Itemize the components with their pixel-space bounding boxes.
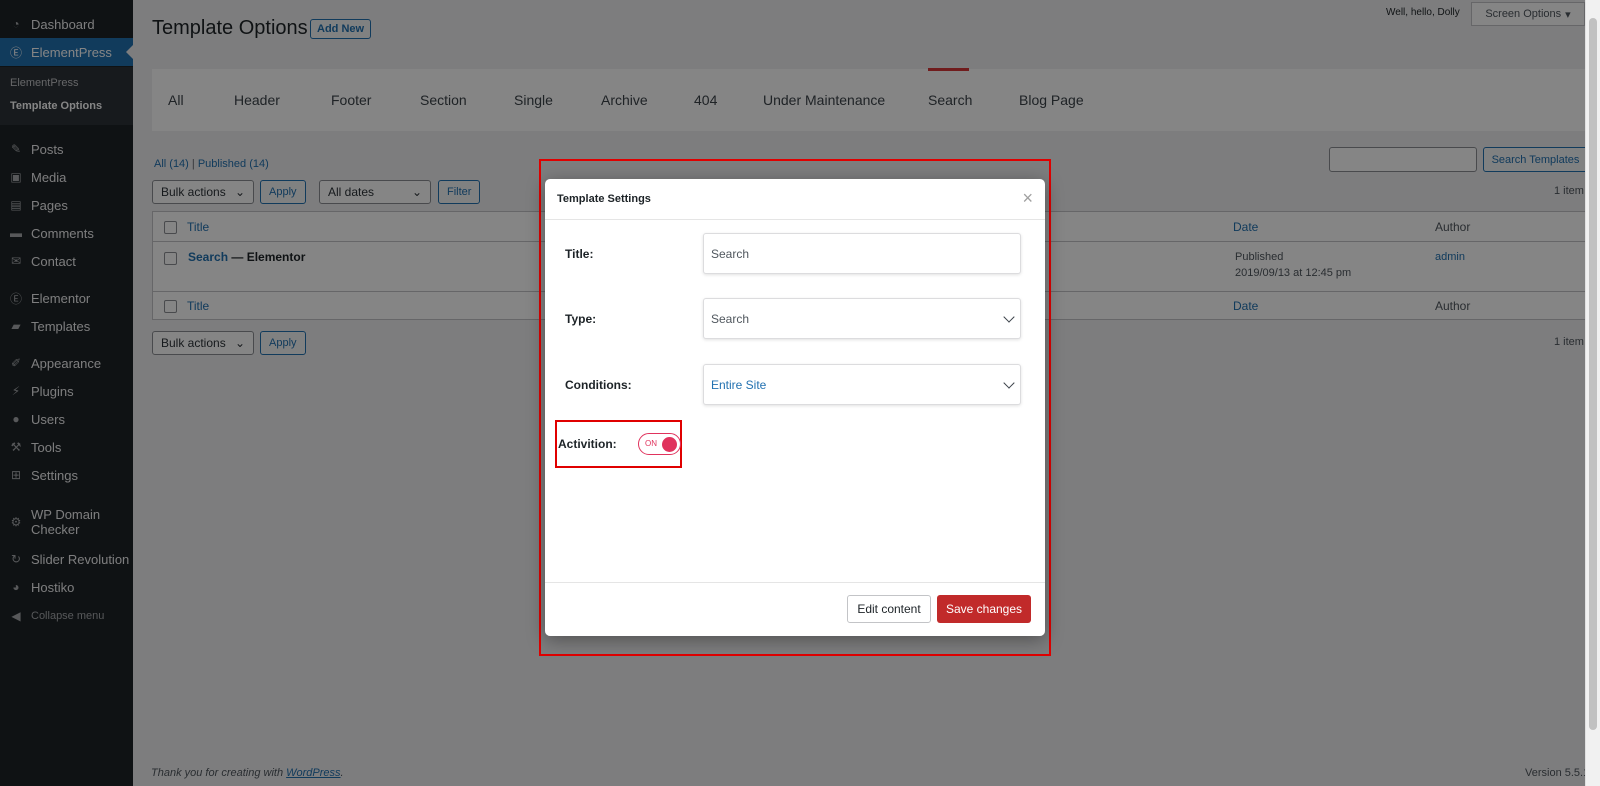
type-select[interactable]: Search <box>703 298 1021 339</box>
modal-title: Template Settings <box>557 193 651 205</box>
activation-label: Activition: <box>558 437 617 451</box>
activation-toggle[interactable]: ON <box>638 433 681 455</box>
conditions-select[interactable]: Entire Site <box>703 364 1021 405</box>
toggle-knob <box>662 437 677 452</box>
modal-footer-divider <box>545 582 1045 583</box>
modal-header: Template Settings × <box>545 179 1045 220</box>
toggle-state-text: ON <box>645 439 657 448</box>
scrollbar-thumb[interactable] <box>1589 18 1597 730</box>
conditions-select-value: Entire Site <box>711 377 767 392</box>
chevron-down-icon <box>1003 376 1015 389</box>
chevron-down-icon <box>1003 310 1015 323</box>
edit-content-button[interactable]: Edit content <box>847 595 931 623</box>
type-select-value: Search <box>711 311 750 326</box>
type-label: Type: <box>565 312 597 326</box>
page-scrollbar[interactable] <box>1585 0 1600 786</box>
title-input-value: Search <box>711 246 750 261</box>
conditions-label: Conditions: <box>565 378 632 392</box>
save-changes-button[interactable]: Save changes <box>937 595 1031 623</box>
title-label: Title: <box>565 247 594 261</box>
title-input[interactable]: Search <box>703 233 1021 274</box>
template-settings-modal: Template Settings × Title: Search Type: … <box>545 179 1045 636</box>
close-icon[interactable]: × <box>1022 188 1033 208</box>
